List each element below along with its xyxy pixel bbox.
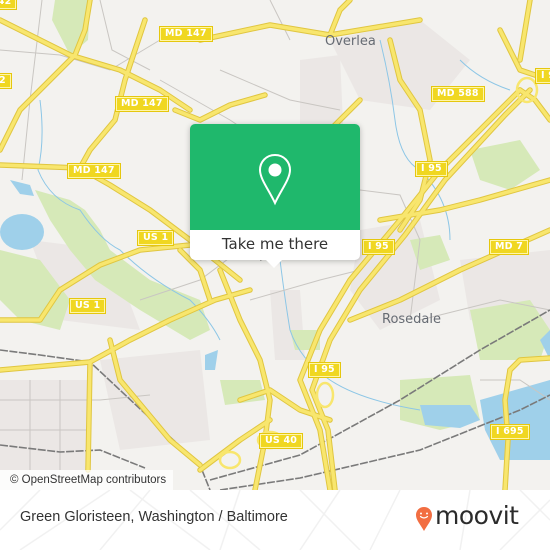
moovit-pin-icon bbox=[416, 507, 432, 531]
road-shield-edge: 542 bbox=[0, 0, 18, 10]
road-shield-edge: 2 bbox=[0, 73, 12, 89]
place-label-overlea: Overlea bbox=[325, 34, 376, 49]
road-shield-us1: US 1 bbox=[136, 230, 175, 246]
road-shield-i95: I 95 bbox=[308, 362, 341, 378]
map-pin-icon bbox=[258, 153, 292, 206]
road-shield-us40: US 40 bbox=[258, 433, 304, 449]
take-me-there-button[interactable]: Take me there bbox=[190, 230, 360, 260]
road-shield-i695: I 695 bbox=[490, 424, 530, 440]
road-shield-md588: MD 588 bbox=[431, 86, 485, 102]
road-shield-us1: US 1 bbox=[68, 298, 107, 314]
popup-header[interactable] bbox=[190, 124, 360, 230]
road-shield-edge: I 9 bbox=[534, 68, 550, 84]
road-shield-md147: MD 147 bbox=[115, 96, 169, 112]
map-canvas[interactable]: Overlea Rosedale MD 147 MD 147 MD 147 MD… bbox=[0, 0, 550, 490]
road-shield-md7: MD 7 bbox=[488, 239, 530, 255]
moovit-wordmark: moovit bbox=[435, 501, 519, 530]
road-shield-i95: I 95 bbox=[362, 239, 395, 255]
map-attribution[interactable]: © OpenStreetMap contributors bbox=[0, 470, 174, 490]
road-shield-md147: MD 147 bbox=[159, 26, 213, 42]
location-popup[interactable]: Take me there bbox=[190, 124, 360, 268]
place-label-rosedale: Rosedale bbox=[382, 312, 442, 327]
popup-pointer bbox=[263, 257, 285, 268]
location-title: Green Gloristeen, Washington / Baltimore bbox=[20, 509, 288, 525]
road-shield-i95: I 95 bbox=[415, 161, 448, 177]
footer-bar: Green Gloristeen, Washington / Baltimore… bbox=[0, 490, 550, 550]
road-shield-md147: MD 147 bbox=[67, 163, 121, 179]
